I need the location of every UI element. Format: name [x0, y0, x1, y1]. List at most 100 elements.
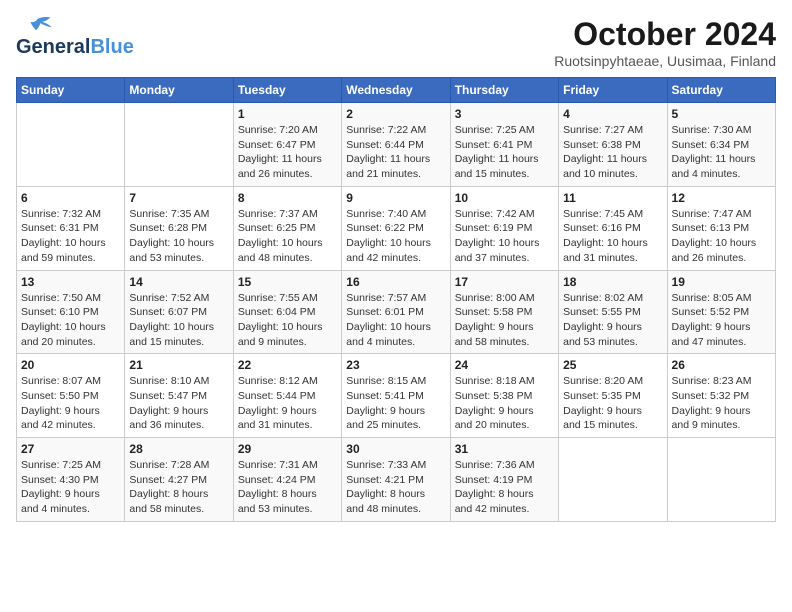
calendar-header-row: SundayMondayTuesdayWednesdayThursdayFrid… — [17, 78, 776, 103]
day-info: Sunrise: 7:47 AM Sunset: 6:13 PM Dayligh… — [672, 207, 771, 266]
day-number: 11 — [563, 191, 662, 205]
day-info: Sunrise: 7:52 AM Sunset: 6:07 PM Dayligh… — [129, 291, 228, 350]
calendar-cell — [17, 103, 125, 187]
page-header: General Blue October 2024 Ruotsinpyhtaea… — [16, 16, 776, 69]
calendar-week-row: 6 Sunrise: 7:32 AM Sunset: 6:31 PM Daylig… — [17, 186, 776, 270]
day-info: Sunrise: 7:55 AM Sunset: 6:04 PM Dayligh… — [238, 291, 337, 350]
day-number: 4 — [563, 107, 662, 121]
calendar-cell — [559, 438, 667, 522]
calendar-cell: 29 Sunrise: 7:31 AM Sunset: 4:24 PM Dayli… — [233, 438, 341, 522]
day-number: 26 — [672, 358, 771, 372]
calendar-cell: 11 Sunrise: 7:45 AM Sunset: 6:16 PM Dayli… — [559, 186, 667, 270]
calendar-cell: 16Sunrise: 7:57 AM Sunset: 6:01 PM Dayli… — [342, 270, 450, 354]
weekday-header-friday: Friday — [559, 78, 667, 103]
calendar-cell: 15 Sunrise: 7:55 AM Sunset: 6:04 PM Dayli… — [233, 270, 341, 354]
day-info: Sunrise: 7:42 AM Sunset: 6:19 PM Dayligh… — [455, 207, 554, 266]
calendar-cell — [125, 103, 233, 187]
calendar-cell: 2 Sunrise: 7:22 AM Sunset: 6:44 PM Daylig… — [342, 103, 450, 187]
day-info: Sunrise: 8:07 AM Sunset: 5:50 PM Dayligh… — [21, 374, 120, 433]
day-number: 17 — [455, 275, 554, 289]
day-info: Sunrise: 7:20 AM Sunset: 6:47 PM Dayligh… — [238, 123, 337, 182]
day-info: Sunrise: 7:35 AM Sunset: 6:28 PM Dayligh… — [129, 207, 228, 266]
day-info: Sunrise: 7:25 AM Sunset: 4:30 PM Dayligh… — [21, 458, 120, 517]
weekday-header-thursday: Thursday — [450, 78, 558, 103]
day-info: Sunrise: 7:37 AM Sunset: 6:25 PM Dayligh… — [238, 207, 337, 266]
day-info: Sunrise: 7:36 AM Sunset: 4:19 PM Dayligh… — [455, 458, 554, 517]
day-number: 18 — [563, 275, 662, 289]
calendar-cell: 5 Sunrise: 7:30 AM Sunset: 6:34 PM Daylig… — [667, 103, 775, 187]
calendar-cell: 9Sunrise: 7:40 AM Sunset: 6:22 PM Daylig… — [342, 186, 450, 270]
day-number: 27 — [21, 442, 120, 456]
day-info: Sunrise: 8:15 AM Sunset: 5:41 PM Dayligh… — [346, 374, 445, 433]
calendar-cell: 23Sunrise: 8:15 AM Sunset: 5:41 PM Dayli… — [342, 354, 450, 438]
logo: General Blue — [16, 16, 134, 59]
day-info: Sunrise: 7:27 AM Sunset: 6:38 PM Dayligh… — [563, 123, 662, 182]
calendar-cell — [667, 438, 775, 522]
day-info: Sunrise: 8:20 AM Sunset: 5:35 PM Dayligh… — [563, 374, 662, 433]
calendar-cell: 18Sunrise: 8:02 AM Sunset: 5:55 PM Dayli… — [559, 270, 667, 354]
day-number: 29 — [238, 442, 337, 456]
calendar-cell: 28 Sunrise: 7:28 AM Sunset: 4:27 PM Dayli… — [125, 438, 233, 522]
day-number: 6 — [21, 191, 120, 205]
day-number: 28 — [129, 442, 228, 456]
logo-general: General — [16, 36, 90, 59]
calendar-cell: 4 Sunrise: 7:27 AM Sunset: 6:38 PM Daylig… — [559, 103, 667, 187]
weekday-header-tuesday: Tuesday — [233, 78, 341, 103]
day-number: 2 — [346, 107, 445, 121]
calendar-title: October 2024 — [554, 16, 776, 53]
calendar-table: SundayMondayTuesdayWednesdayThursdayFrid… — [16, 77, 776, 522]
day-number: 3 — [455, 107, 554, 121]
day-number: 14 — [129, 275, 228, 289]
calendar-week-row: 20 Sunrise: 8:07 AM Sunset: 5:50 PM Dayli… — [17, 354, 776, 438]
weekday-header-wednesday: Wednesday — [342, 78, 450, 103]
day-info: Sunrise: 8:00 AM Sunset: 5:58 PM Dayligh… — [455, 291, 554, 350]
calendar-cell: 19Sunrise: 8:05 AM Sunset: 5:52 PM Dayli… — [667, 270, 775, 354]
calendar-cell: 1 Sunrise: 7:20 AM Sunset: 6:47 PM Daylig… — [233, 103, 341, 187]
calendar-cell: 8 Sunrise: 7:37 AM Sunset: 6:25 PM Daylig… — [233, 186, 341, 270]
day-number: 13 — [21, 275, 120, 289]
weekday-header-sunday: Sunday — [17, 78, 125, 103]
day-number: 1 — [238, 107, 337, 121]
calendar-week-row: 13 Sunrise: 7:50 AM Sunset: 6:10 PM Dayli… — [17, 270, 776, 354]
day-number: 5 — [672, 107, 771, 121]
calendar-cell: 31Sunrise: 7:36 AM Sunset: 4:19 PM Dayli… — [450, 438, 558, 522]
day-number: 20 — [21, 358, 120, 372]
calendar-cell: 7 Sunrise: 7:35 AM Sunset: 6:28 PM Daylig… — [125, 186, 233, 270]
day-info: Sunrise: 7:22 AM Sunset: 6:44 PM Dayligh… — [346, 123, 445, 182]
day-number: 15 — [238, 275, 337, 289]
calendar-week-row: 1 Sunrise: 7:20 AM Sunset: 6:47 PM Daylig… — [17, 103, 776, 187]
calendar-cell: 14 Sunrise: 7:52 AM Sunset: 6:07 PM Dayli… — [125, 270, 233, 354]
calendar-cell: 24Sunrise: 8:18 AM Sunset: 5:38 PM Dayli… — [450, 354, 558, 438]
day-number: 8 — [238, 191, 337, 205]
day-number: 21 — [129, 358, 228, 372]
day-info: Sunrise: 7:32 AM Sunset: 6:31 PM Dayligh… — [21, 207, 120, 266]
day-number: 12 — [672, 191, 771, 205]
calendar-cell: 17 Sunrise: 8:00 AM Sunset: 5:58 PM Dayli… — [450, 270, 558, 354]
day-number: 19 — [672, 275, 771, 289]
calendar-cell: 6 Sunrise: 7:32 AM Sunset: 6:31 PM Daylig… — [17, 186, 125, 270]
day-number: 22 — [238, 358, 337, 372]
day-number: 16 — [346, 275, 445, 289]
calendar-cell: 30Sunrise: 7:33 AM Sunset: 4:21 PM Dayli… — [342, 438, 450, 522]
calendar-cell: 26Sunrise: 8:23 AM Sunset: 5:32 PM Dayli… — [667, 354, 775, 438]
calendar-cell: 20 Sunrise: 8:07 AM Sunset: 5:50 PM Dayli… — [17, 354, 125, 438]
day-info: Sunrise: 8:12 AM Sunset: 5:44 PM Dayligh… — [238, 374, 337, 433]
day-info: Sunrise: 7:40 AM Sunset: 6:22 PM Dayligh… — [346, 207, 445, 266]
day-info: Sunrise: 7:45 AM Sunset: 6:16 PM Dayligh… — [563, 207, 662, 266]
title-block: October 2024 Ruotsinpyhtaeae, Uusimaa, F… — [554, 16, 776, 69]
calendar-cell: 13 Sunrise: 7:50 AM Sunset: 6:10 PM Dayli… — [17, 270, 125, 354]
day-info: Sunrise: 7:25 AM Sunset: 6:41 PM Dayligh… — [455, 123, 554, 182]
logo-blue: Blue — [90, 36, 133, 59]
day-info: Sunrise: 7:50 AM Sunset: 6:10 PM Dayligh… — [21, 291, 120, 350]
day-info: Sunrise: 7:31 AM Sunset: 4:24 PM Dayligh… — [238, 458, 337, 517]
day-number: 7 — [129, 191, 228, 205]
calendar-cell: 27 Sunrise: 7:25 AM Sunset: 4:30 PM Dayli… — [17, 438, 125, 522]
calendar-week-row: 27 Sunrise: 7:25 AM Sunset: 4:30 PM Dayli… — [17, 438, 776, 522]
day-info: Sunrise: 7:33 AM Sunset: 4:21 PM Dayligh… — [346, 458, 445, 517]
calendar-cell: 3 Sunrise: 7:25 AM Sunset: 6:41 PM Daylig… — [450, 103, 558, 187]
calendar-cell: 12 Sunrise: 7:47 AM Sunset: 6:13 PM Dayli… — [667, 186, 775, 270]
day-info: Sunrise: 7:28 AM Sunset: 4:27 PM Dayligh… — [129, 458, 228, 517]
calendar-cell: 21Sunrise: 8:10 AM Sunset: 5:47 PM Dayli… — [125, 354, 233, 438]
calendar-cell: 10Sunrise: 7:42 AM Sunset: 6:19 PM Dayli… — [450, 186, 558, 270]
day-info: Sunrise: 7:30 AM Sunset: 6:34 PM Dayligh… — [672, 123, 771, 182]
